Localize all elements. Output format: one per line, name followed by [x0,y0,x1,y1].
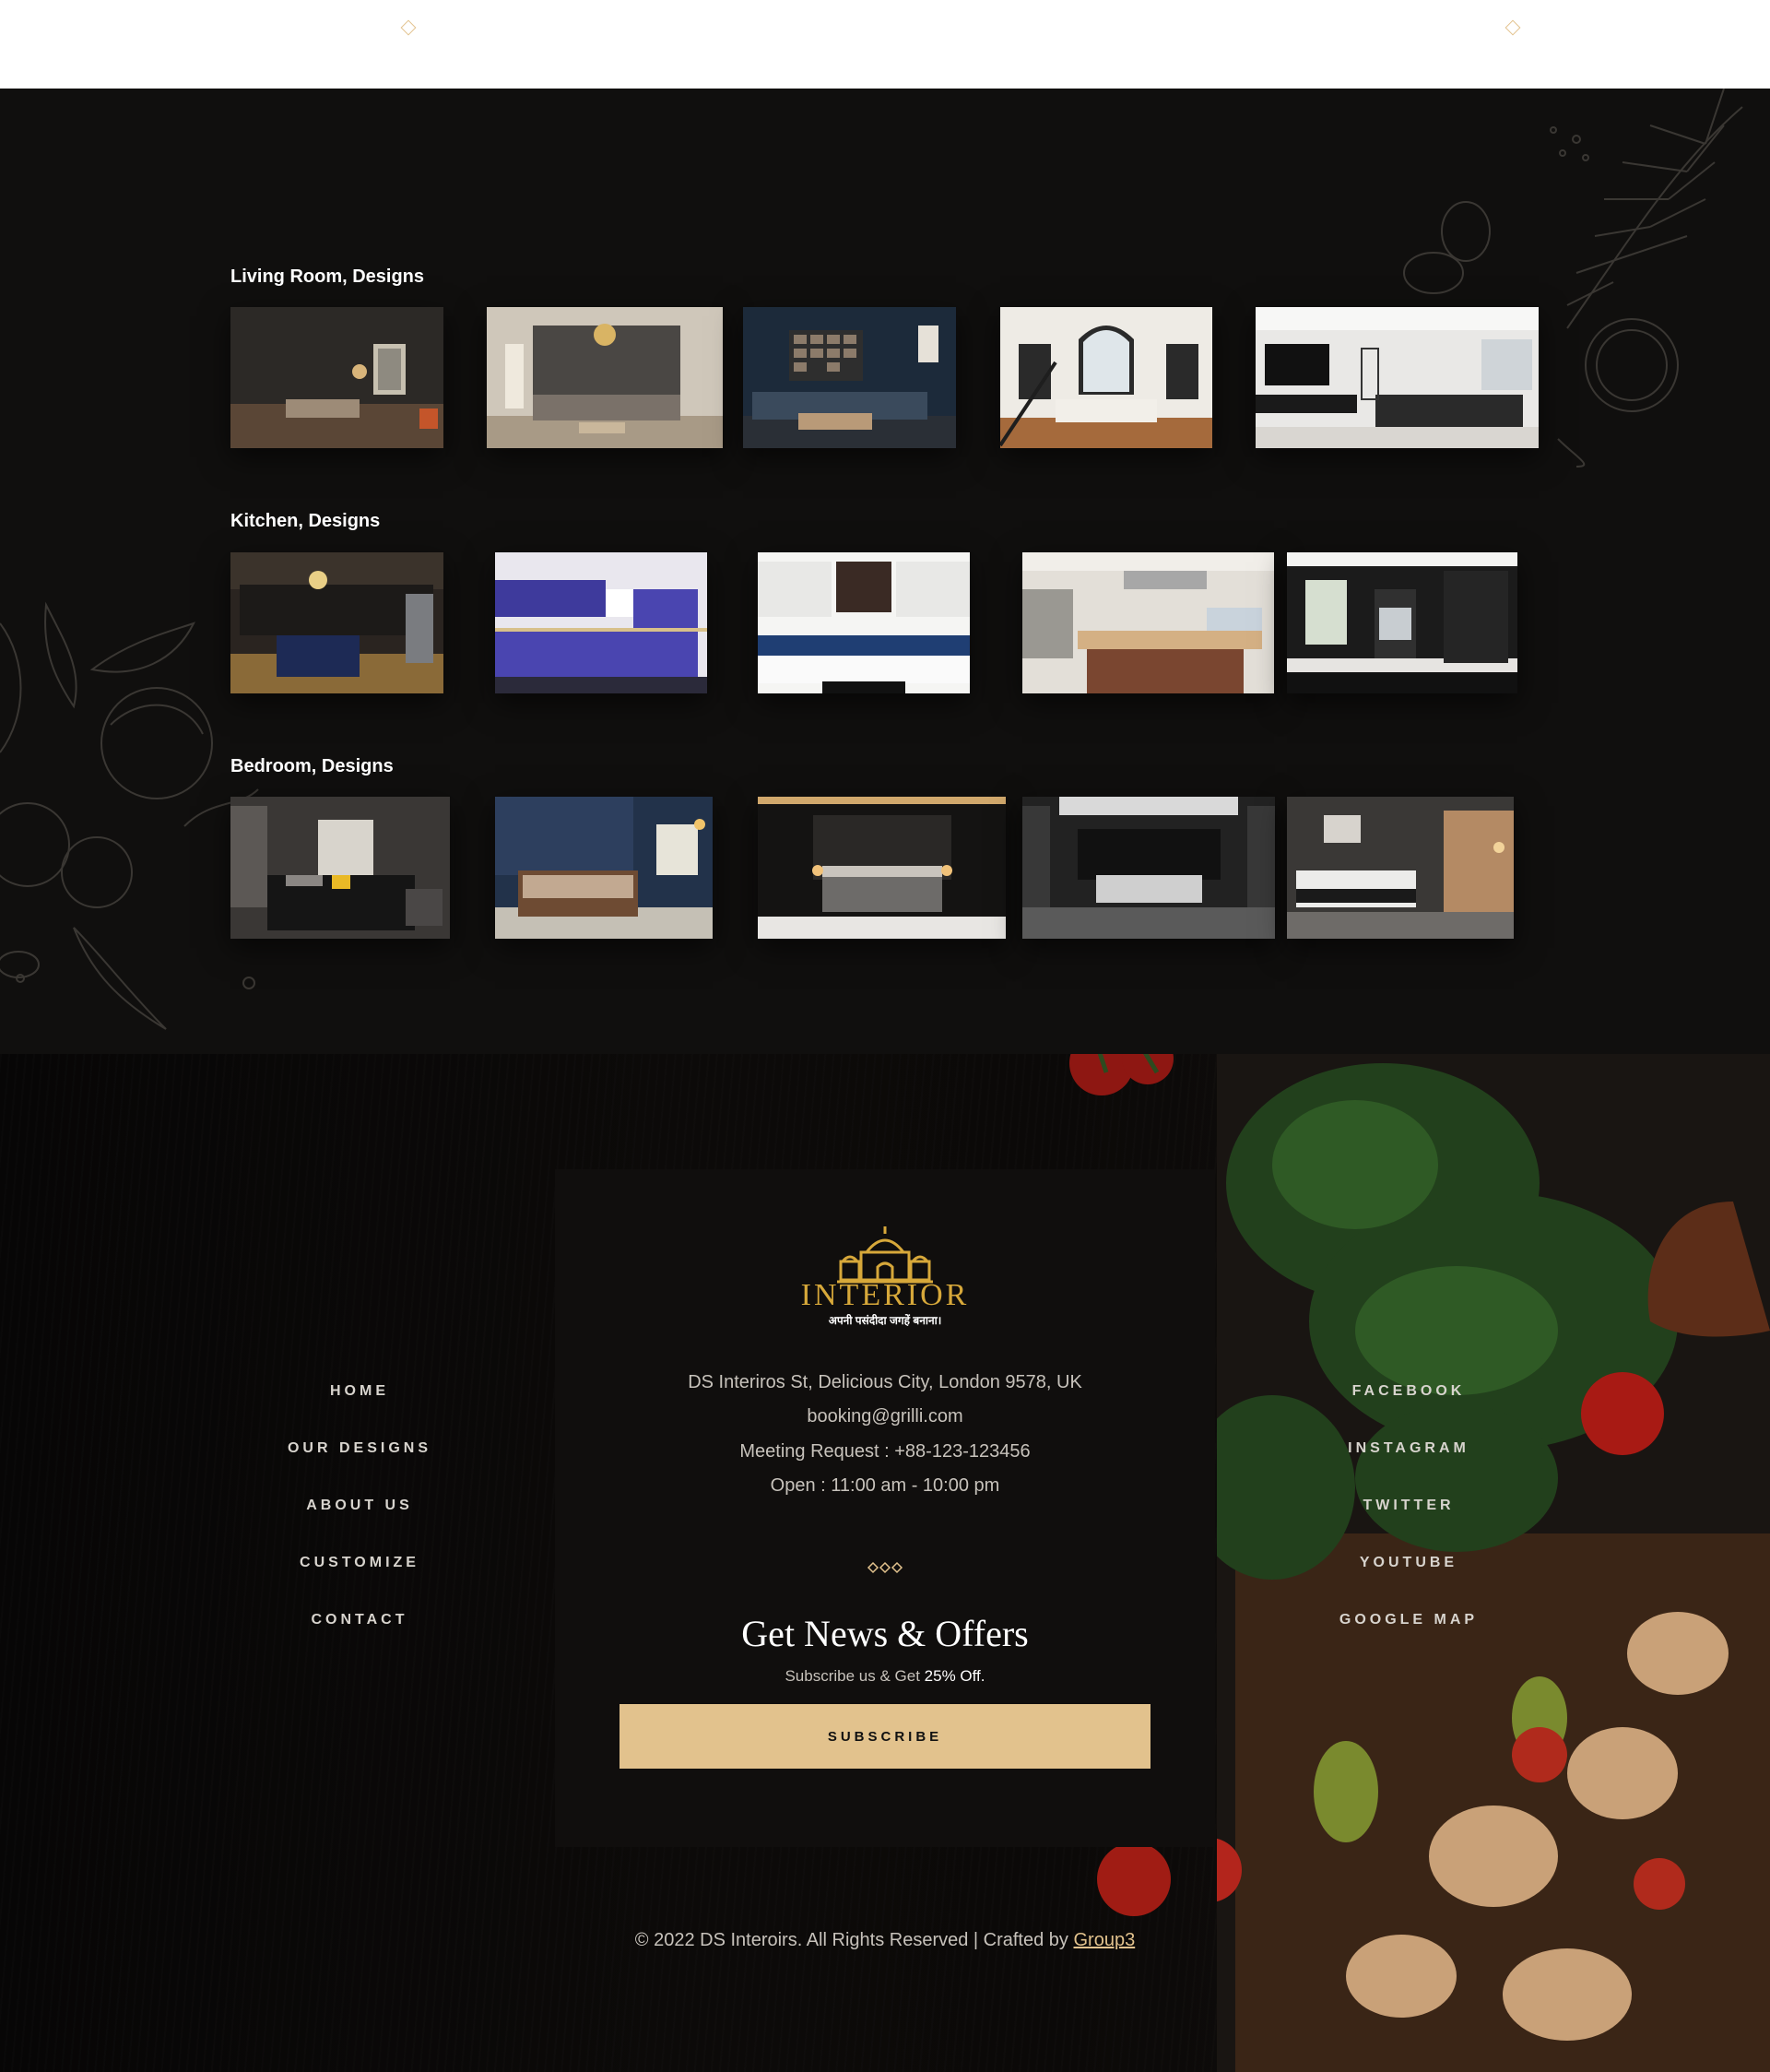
contact-card: INTERIOR अपनी पसंदीदा जगहें बनाना। DS In… [555,1169,1215,1847]
tomato-decoration [1069,1054,1174,1095]
diamond-divider-icon [867,1561,903,1574]
crafted-by-link[interactable]: Group3 [1073,1930,1135,1950]
newsletter-subtitle-text: Subscribe us & Get [785,1667,920,1685]
subscribe-button[interactable]: SUBSCRIBE [620,1704,1150,1769]
logo-wordmark: INTERIOR [800,1278,970,1312]
kitchen-image[interactable] [1022,552,1274,693]
newsletter-subtitle: Subscribe us & Get 25% Off. [555,1667,1215,1686]
kitchen-image[interactable] [495,552,707,693]
footer-social-facebook[interactable]: FACEBOOK [1270,1383,1547,1400]
brand-logo[interactable]: INTERIOR अपनी पसंदीदा जगहें बनाना। [800,1226,970,1328]
living-room-image[interactable] [230,307,443,448]
diamond-icon [400,19,417,36]
email-link[interactable]: booking@grilli.com [555,1406,1215,1427]
bedroom-image[interactable] [1287,797,1514,939]
diamond-icon [1504,19,1521,36]
kitchen-image[interactable] [1287,552,1517,693]
footer-social-google-map[interactable]: GOOGLE MAP [1270,1612,1547,1628]
living-room-image[interactable] [1256,307,1539,448]
footer-social-twitter[interactable]: TWITTER [1270,1498,1547,1514]
living-room-image[interactable] [743,307,956,448]
living-room-image[interactable] [487,307,723,448]
footer-social-youtube[interactable]: YOUTUBE [1270,1555,1547,1571]
footer-nav-contact[interactable]: CONTACT [221,1612,498,1628]
kitchen-image[interactable] [230,552,443,693]
kitchen-image[interactable] [758,552,970,693]
logo-tagline: अपनी पसंदीदा जगहें बनाना। [828,1314,942,1327]
bedroom-image[interactable] [495,797,713,939]
category-title-living-room: Living Room, Designs [230,266,425,287]
copyright-text: © 2022 DS Interoirs. All Rights Reserved… [0,1930,1770,1951]
design-gallery: Living Room, Designs Kitchen, Designs Be… [0,89,1770,1054]
category-title-kitchen: Kitchen, Designs [230,511,381,531]
footer-nav-home[interactable]: HOME [221,1383,498,1400]
copyright-label: © 2022 DS Interoirs. All Rights Reserved… [634,1930,1068,1950]
discount-highlight: 25% Off. [924,1667,985,1685]
footer-nav-about-us[interactable]: ABOUT US [221,1498,498,1514]
phone-text: Meeting Request : +88-123-123456 [739,1441,1031,1462]
category-title-bedroom: Bedroom, Designs [230,756,394,776]
newsletter-title: Get News & Offers [741,1613,1029,1654]
bedroom-image[interactable] [758,797,1006,939]
living-room-image[interactable] [1000,307,1212,448]
site-footer: HOME OUR DESIGNS ABOUT US CUSTOMIZE CONT… [0,1054,1770,2072]
palace-icon [837,1226,933,1284]
footer-nav-our-designs[interactable]: OUR DESIGNS [221,1440,498,1457]
footer-social-instagram[interactable]: INSTAGRAM [1270,1440,1547,1457]
bedroom-image[interactable] [1022,797,1275,939]
hours-text: Open : 11:00 am - 10:00 pm [770,1475,1000,1496]
footer-nav-customize[interactable]: CUSTOMIZE [221,1555,498,1571]
bedroom-image[interactable] [230,797,450,939]
tomato-decoration [1097,1842,1171,1916]
address-text: DS Interiros St, Delicious City, London … [688,1372,1082,1392]
top-strip [0,0,1770,89]
